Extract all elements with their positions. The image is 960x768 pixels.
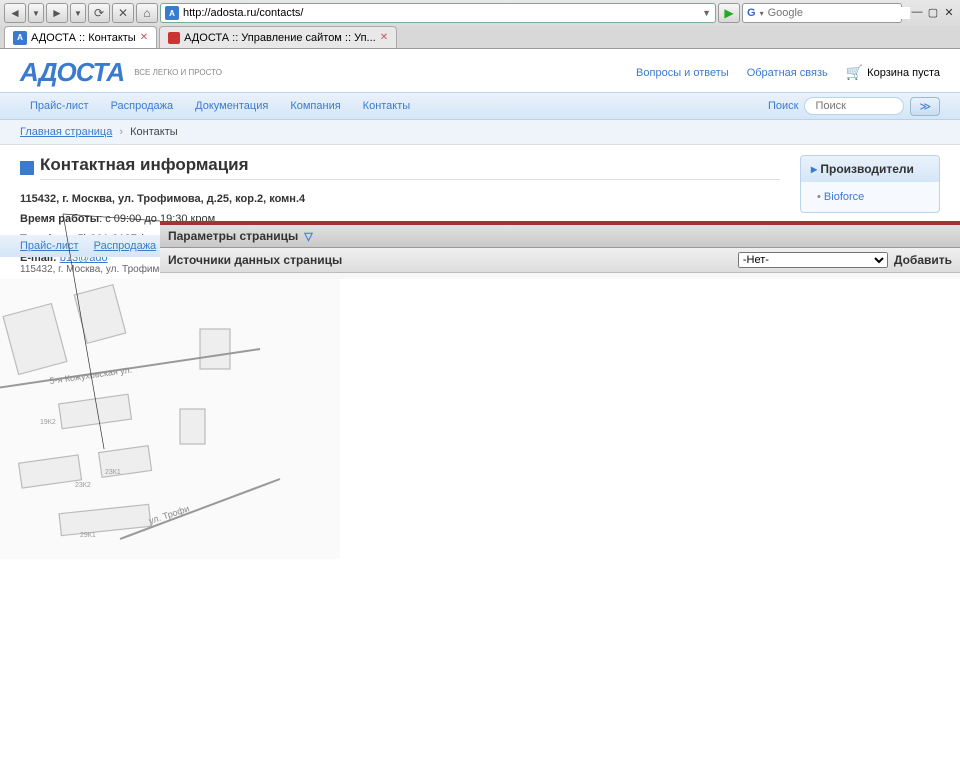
nav-item-contacts[interactable]: Контакты <box>353 94 421 118</box>
svg-text:29К1: 29К1 <box>80 532 96 539</box>
nav-item-pricelist[interactable]: Прайс-лист <box>20 94 99 118</box>
data-source-select[interactable]: -Нет- <box>738 252 888 268</box>
svg-text:23К2: 23К2 <box>75 482 91 489</box>
tab-close-icon[interactable]: ✕ <box>140 32 148 43</box>
header-link-faq[interactable]: Вопросы и ответы <box>636 67 729 79</box>
sidebar-title[interactable]: Производители <box>801 156 939 182</box>
cart-label: Корзина пуста <box>867 67 940 79</box>
map-street-label: ул. Трофи <box>148 503 191 525</box>
sidebar-manufacturers: Производители Bioforce <box>800 155 940 213</box>
collapse-icon[interactable]: ▽ <box>304 230 312 243</box>
nav-search-input[interactable] <box>804 97 904 115</box>
breadcrumb-home[interactable]: Главная страница <box>20 126 112 138</box>
google-icon: G <box>747 7 756 19</box>
logo-tagline: ВСЕ ЛЕГКО И ПРОСТО <box>134 68 222 77</box>
footer-link-pricelist[interactable]: Прайс-лист <box>20 240 79 252</box>
tab-favicon-icon <box>168 32 180 44</box>
browser-toolbar: ◄ ▼ ► ▼ ⟳ ✕ ⌂ A ▼ ▶ G ▾ — ▢ ✕ <box>0 0 960 26</box>
stop-button[interactable]: ✕ <box>112 3 134 23</box>
go-button[interactable]: ▶ <box>718 3 740 23</box>
minimize-button[interactable]: — <box>910 6 924 20</box>
url-input[interactable] <box>183 7 698 19</box>
reload-button[interactable]: ⟳ <box>88 3 110 23</box>
add-source-button[interactable]: Добавить <box>894 253 952 267</box>
header-cart[interactable]: 🛒 Корзина пуста <box>846 64 940 81</box>
tab-close-icon[interactable]: ✕ <box>380 32 388 43</box>
tab-label: АДОСТА :: Управление сайтом :: Уп... <box>184 32 376 44</box>
data-sources-title: Источники данных страницы <box>168 253 342 267</box>
browser-tabs: A АДОСТА :: Контакты ✕ АДОСТА :: Управле… <box>0 26 960 48</box>
nav-search-button[interactable]: ≫ <box>910 97 940 116</box>
admin-row-menu[interactable]: Меню <box>160 273 960 279</box>
favicon-icon: A <box>165 6 179 20</box>
tab-favicon-icon: A <box>13 31 27 45</box>
breadcrumb: Главная страница › Контакты <box>0 120 960 145</box>
main-nav: Прайс-лист Распродажа Документация Компа… <box>0 92 960 120</box>
svg-text:19К2: 19К2 <box>40 419 56 426</box>
page-header: АДОСТА ВСЕ ЛЕГКО И ПРОСТО Вопросы и отве… <box>0 49 960 92</box>
nav-forward-button[interactable]: ► <box>46 3 68 23</box>
contact-address: 115432, г. Москва, ул. Трофимова, д.25, … <box>20 193 305 205</box>
nav-item-company[interactable]: Компания <box>280 94 350 118</box>
admin-panel-header[interactable]: Параметры страницы ▽ <box>160 223 960 248</box>
footer-link-sale[interactable]: Распродажа <box>94 240 157 252</box>
breadcrumb-current: Контакты <box>130 126 178 138</box>
nav-item-docs[interactable]: Документация <box>185 94 278 118</box>
svg-text:23К1: 23К1 <box>105 469 121 476</box>
background-map: 5-я Кожуховская ул. ул. Трофи 19К2 23К2 … <box>0 279 340 559</box>
page-title-icon <box>20 161 34 175</box>
maximize-button[interactable]: ▢ <box>926 6 940 20</box>
sidebar-item-bioforce[interactable]: Bioforce <box>801 188 939 206</box>
close-button[interactable]: ✕ <box>942 6 956 20</box>
nav-back-button[interactable]: ◄ <box>4 3 26 23</box>
browser-tab-0[interactable]: A АДОСТА :: Контакты ✕ <box>4 26 157 48</box>
browser-tab-1[interactable]: АДОСТА :: Управление сайтом :: Уп... ✕ <box>159 26 397 48</box>
admin-panel-title: Параметры страницы <box>168 229 298 243</box>
admin-data-sources-header: Источники данных страницы -Нет- Добавить <box>160 248 960 273</box>
map-street-label: 5-я Кожуховская ул. <box>49 364 133 385</box>
url-dropdown-icon[interactable]: ▼ <box>702 8 711 18</box>
nav-back-dropdown[interactable]: ▼ <box>28 3 44 23</box>
browser-search[interactable]: G ▾ <box>742 3 902 23</box>
browser-search-input[interactable] <box>768 7 910 19</box>
tab-label: АДОСТА :: Контакты <box>31 32 136 44</box>
home-button[interactable]: ⌂ <box>136 3 158 23</box>
url-bar[interactable]: A ▼ <box>160 3 716 23</box>
nav-forward-dropdown[interactable]: ▼ <box>70 3 86 23</box>
page-title: Контактная информация <box>40 155 780 180</box>
nav-search-label: Поиск <box>768 100 798 112</box>
hours-label: Время работы <box>20 213 99 225</box>
admin-panel: Параметры страницы ▽ Источники данных ст… <box>160 221 960 279</box>
nav-item-sale[interactable]: Распродажа <box>101 94 184 118</box>
header-link-feedback[interactable]: Обратная связь <box>747 67 828 79</box>
cart-icon: 🛒 <box>846 64 863 81</box>
logo[interactable]: АДОСТА <box>20 57 124 88</box>
